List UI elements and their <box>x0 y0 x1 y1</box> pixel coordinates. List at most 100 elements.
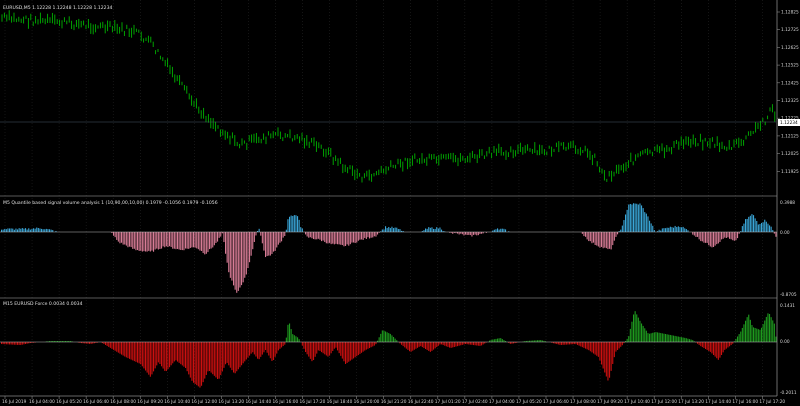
force-bar <box>337 342 339 351</box>
force-bar <box>479 342 481 346</box>
volume-bar <box>340 232 342 245</box>
force-bar <box>466 342 468 345</box>
volume-bar <box>148 232 150 251</box>
force-bar <box>364 342 366 351</box>
volume-bar <box>381 229 383 232</box>
force-bar <box>205 342 207 375</box>
indicator2-scale-zero: 0.00 <box>780 339 790 345</box>
force-bar <box>481 342 483 346</box>
volume-bar <box>151 232 153 251</box>
volume-bar <box>237 232 239 291</box>
force-bar <box>329 342 331 356</box>
volume-bar <box>226 232 228 263</box>
volume-bar <box>609 232 611 249</box>
force-bar <box>151 342 153 375</box>
force-bar <box>765 316 767 342</box>
time-label: 17 Jul 04:00 <box>489 399 515 405</box>
force-bar <box>612 342 614 364</box>
force-bar <box>561 342 563 345</box>
force-bar <box>237 342 239 370</box>
force-bar <box>308 342 310 357</box>
volume-bar <box>253 232 255 242</box>
force-bar <box>207 342 209 372</box>
volume-bar <box>140 232 142 251</box>
force-bar <box>306 342 308 355</box>
volume-bar <box>477 232 479 236</box>
volume-bar <box>396 227 398 232</box>
volume-bar <box>346 232 348 245</box>
force-bar <box>330 342 332 354</box>
volume-bar <box>293 215 295 232</box>
force-bar <box>220 342 222 376</box>
volume-bar <box>49 229 51 232</box>
force-bar <box>1 342 3 345</box>
force-bar <box>434 342 436 349</box>
volume-bar <box>258 228 260 232</box>
force-bar <box>217 342 219 379</box>
volume-bar <box>143 232 145 252</box>
force-bar <box>442 342 444 346</box>
time-label: 17 Jul 05:20 <box>516 399 542 405</box>
force-bar <box>605 342 607 377</box>
time-label: 17 Jul 17:20 <box>759 399 785 405</box>
force-bar <box>9 342 11 345</box>
volume-bar <box>268 232 270 256</box>
force-bar <box>402 342 404 347</box>
force-bar <box>157 342 159 363</box>
force-bar <box>759 329 761 342</box>
volume-bar <box>276 232 278 248</box>
force-bar <box>634 311 636 342</box>
force-bar <box>194 342 196 384</box>
force-bar <box>212 342 214 375</box>
force-bar <box>706 342 708 350</box>
force-bar <box>161 342 163 367</box>
trading-chart[interactable]: EURUSD,M5 1.12228 1.12248 1.12228 1.1223… <box>0 0 800 406</box>
volume-bar <box>31 228 33 232</box>
volume-bar <box>285 229 287 232</box>
force-bar <box>108 342 110 347</box>
volume-bar <box>673 227 675 232</box>
price-label: 1.12425 <box>781 80 799 86</box>
volume-bar <box>322 232 324 241</box>
force-bar <box>628 336 630 342</box>
force-bar <box>322 342 324 354</box>
force-bar <box>117 342 119 353</box>
time-label: 16 Jul 2019 <box>2 399 27 405</box>
volume-bar <box>129 232 131 247</box>
volume-bar <box>679 227 681 232</box>
force-bar <box>724 342 726 350</box>
volume-bar <box>700 232 702 242</box>
force-bar <box>757 329 759 342</box>
volume-bar <box>172 232 174 249</box>
volume-bar <box>325 232 327 244</box>
force-bar <box>234 342 236 374</box>
volume-bar <box>583 232 585 237</box>
force-bar <box>700 342 702 347</box>
force-bar <box>703 342 705 349</box>
volume-bar <box>306 232 308 237</box>
volume-bar <box>1 229 3 232</box>
force-bar <box>682 337 684 342</box>
force-bar <box>708 342 710 351</box>
volume-bar <box>245 232 247 275</box>
force-bar <box>265 342 267 350</box>
force-bar <box>193 342 195 383</box>
force-bar <box>564 342 566 345</box>
volume-bar <box>634 203 636 232</box>
time-label: 16 Jul 04:00 <box>29 399 55 405</box>
force-bar <box>445 342 447 347</box>
force-bar <box>2 342 4 345</box>
force-bar <box>444 342 446 346</box>
force-bar <box>370 342 372 348</box>
force-bar <box>273 342 275 360</box>
volume-bar <box>615 232 617 237</box>
force-bar <box>649 333 651 342</box>
force-bar <box>154 342 156 369</box>
force-bar <box>229 342 231 368</box>
volume-bar <box>141 232 143 252</box>
force-bar <box>141 342 143 367</box>
volume-bar <box>266 232 268 257</box>
force-bar <box>261 342 263 355</box>
volume-bar <box>719 232 721 242</box>
volume-bar <box>37 228 39 232</box>
